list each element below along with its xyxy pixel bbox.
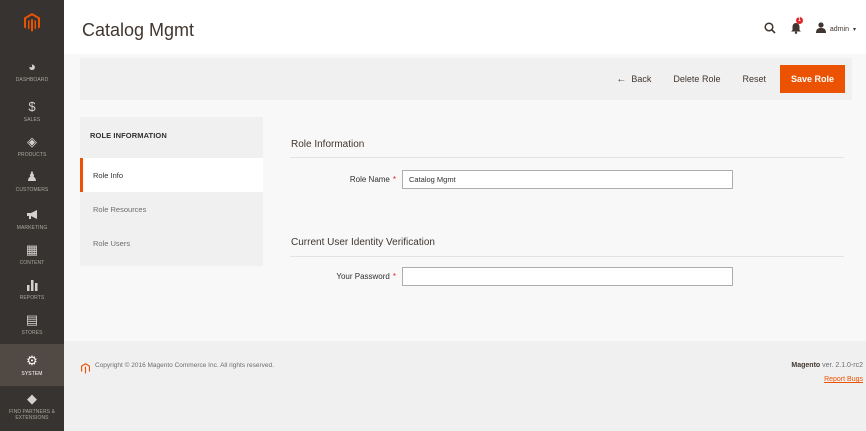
nav-system[interactable]: ⚙ SYSTEM	[0, 344, 64, 386]
nav-customers[interactable]: ♟ CUSTOMERS	[0, 160, 64, 202]
search-icon[interactable]	[764, 21, 776, 37]
magento-logo-icon[interactable]	[0, 0, 64, 44]
back-button-label: Back	[631, 74, 652, 84]
back-button[interactable]: ← Back	[608, 65, 659, 93]
section-divider	[290, 157, 844, 158]
bar-chart-icon	[25, 278, 39, 292]
version-text: ver. 2.1.0-rc2	[822, 362, 863, 369]
header-actions: 1 admin ▾	[764, 16, 856, 38]
brand-name: Magento	[791, 362, 821, 369]
section-divider	[290, 256, 844, 257]
copyright-text: Copyright © 2016 Magento Commerce Inc. A…	[95, 362, 274, 369]
nav-label: SALES	[23, 116, 41, 123]
role-name-label: Role Name *	[286, 175, 396, 184]
nav-label: FIND PARTNERS & EXTENSIONS	[8, 408, 56, 421]
page-title: Catalog Mgmt	[82, 20, 195, 40]
password-input[interactable]	[402, 267, 733, 286]
nav-stores[interactable]: ▤ STORES	[0, 303, 64, 345]
verification-title: Current User Identity Verification	[291, 237, 435, 248]
role-name-input[interactable]	[402, 170, 733, 189]
nav-label: DASHBOARD	[15, 76, 49, 83]
role-name-label-text: Role Name	[349, 175, 390, 184]
admin-user-menu[interactable]: admin ▾	[815, 20, 856, 38]
store-icon: ▤	[25, 311, 39, 327]
cube-icon: ◈	[27, 133, 37, 149]
required-asterisk: *	[392, 272, 396, 281]
required-asterisk: *	[392, 175, 396, 184]
nav-label: SYSTEM	[21, 370, 43, 377]
arrow-left-icon: ←	[616, 73, 627, 85]
magento-footer-logo-icon	[81, 361, 90, 379]
nav-label: CUSTOMERS	[15, 186, 49, 193]
delete-role-button[interactable]: Delete Role	[665, 65, 728, 93]
nav-label: MARKETING	[16, 224, 48, 231]
dollar-icon: $	[28, 98, 36, 114]
notification-count-badge: 1	[795, 16, 803, 24]
content-icon: ▦	[25, 241, 39, 257]
nav-dashboard[interactable]: ◕ DASHBOARD	[0, 50, 64, 92]
nav-label: STORES	[21, 329, 43, 336]
notifications-bell-icon[interactable]: 1	[790, 16, 803, 37]
megaphone-icon	[25, 208, 39, 222]
page-actions: ← Back Delete Role Reset Save Role	[608, 65, 845, 93]
nav-find-partners[interactable]: ◆ FIND PARTNERS & EXTENSIONS	[0, 384, 64, 428]
role-information-title: Role Information	[291, 139, 365, 150]
gear-icon: ⚙	[26, 352, 38, 368]
user-icon	[815, 20, 826, 38]
page-footer: Copyright © 2016 Magento Commerce Inc. A…	[64, 341, 866, 431]
reset-button[interactable]: Reset	[734, 65, 774, 93]
tab-role-resources[interactable]: Role Resources	[80, 192, 263, 226]
nav-label: CONTENT	[19, 259, 45, 266]
person-icon: ♟	[26, 168, 38, 184]
nav-label: PRODUCTS	[17, 151, 47, 158]
role-tabs: ROLE INFORMATION Role Info Role Resource…	[80, 117, 263, 266]
report-bugs-link[interactable]: Report Bugs	[824, 376, 863, 383]
admin-username: admin	[829, 25, 849, 33]
nav-label: REPORTS	[19, 294, 45, 301]
dashboard-icon: ◕	[28, 58, 36, 74]
password-label-text: Your Password	[336, 272, 390, 281]
tab-role-info[interactable]: Role Info	[80, 158, 263, 192]
admin-sidebar: ◕ DASHBOARD $ SALES ◈ PRODUCTS ♟ CUSTOME…	[0, 0, 64, 431]
save-role-button[interactable]: Save Role	[779, 65, 845, 93]
page-header: Catalog Mgmt 1 admin ▾	[64, 0, 866, 54]
tab-role-users[interactable]: Role Users	[80, 226, 263, 260]
version-info: Magento ver. 2.1.0-rc2	[791, 362, 863, 369]
password-label: Your Password *	[286, 272, 396, 281]
partners-icon: ◆	[27, 390, 37, 406]
tabs-title: ROLE INFORMATION	[90, 131, 167, 140]
page-actions-bar: ← Back Delete Role Reset Save Role	[80, 58, 852, 100]
chevron-down-icon: ▾	[852, 26, 856, 33]
